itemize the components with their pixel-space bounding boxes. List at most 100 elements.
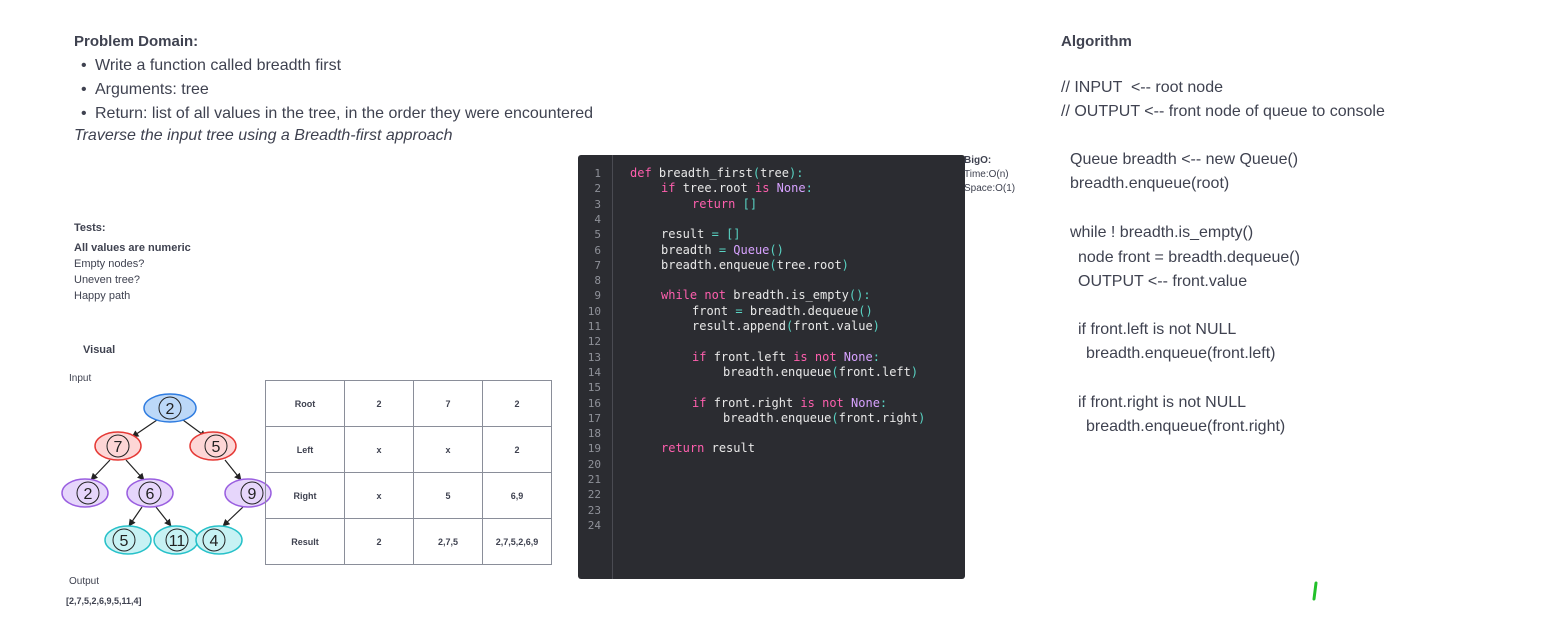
tree-edge bbox=[155, 506, 172, 527]
code-line: if front.left is not None: bbox=[692, 349, 880, 364]
svg-text:2: 2 bbox=[166, 401, 175, 418]
code-line: if front.right is not None: bbox=[692, 395, 888, 410]
line-number: 15 bbox=[587, 381, 601, 395]
line-number: 19 bbox=[587, 442, 601, 456]
algorithm-line: breadth.enqueue(front.right) bbox=[1086, 418, 1286, 435]
code-line: breadth.enqueue(front.left) bbox=[723, 364, 919, 379]
trace-table: Root 2 7 2 Left x x 2 Right x 5 6,9 Resu… bbox=[265, 380, 552, 565]
line-number: 21 bbox=[587, 473, 601, 486]
bigo-time: Time:O(n) bbox=[964, 169, 1009, 180]
pen-stroke-mark bbox=[1312, 581, 1318, 601]
line-number: 20 bbox=[587, 457, 601, 471]
tree-node-root: 2 bbox=[143, 393, 197, 423]
bigo-title: BigO: bbox=[964, 155, 992, 166]
table-cell: x bbox=[344, 472, 414, 519]
line-number: 3 bbox=[594, 197, 601, 211]
table-row: Result 2 2,7,5 2,7,5,2,6,9 bbox=[265, 518, 552, 565]
output-label: Output bbox=[69, 576, 100, 587]
svg-text:4: 4 bbox=[210, 533, 219, 550]
line-number: 8 bbox=[594, 274, 601, 288]
table-cell: 5 bbox=[413, 472, 483, 519]
table-row-label: Right bbox=[265, 472, 345, 519]
svg-text:2: 2 bbox=[84, 486, 93, 503]
tree-node: 6 bbox=[126, 478, 174, 508]
code-line: while not breadth.is_empty(): bbox=[661, 288, 871, 303]
algorithm-line: OUTPUT <-- front.value bbox=[1078, 273, 1248, 290]
algorithm-line: breadth.enqueue(root) bbox=[1070, 175, 1230, 192]
table-cell: 2,7,5,2,6,9 bbox=[482, 518, 552, 565]
tree-edge bbox=[128, 506, 143, 527]
tree-node: 5 bbox=[104, 525, 152, 555]
code-line: return [] bbox=[692, 196, 758, 211]
table-cell: 2 bbox=[482, 426, 552, 473]
tree-edge bbox=[224, 459, 242, 481]
algorithm-line: breadth.enqueue(front.left) bbox=[1086, 345, 1276, 362]
line-number: 4 bbox=[594, 212, 601, 226]
line-number: 10 bbox=[587, 304, 601, 318]
code-line: breadth.enqueue(front.right) bbox=[723, 410, 926, 425]
code-line: result = [] bbox=[661, 227, 741, 242]
table-row: Right x 5 6,9 bbox=[265, 472, 552, 519]
line-number: 6 bbox=[594, 243, 601, 257]
code-line: result.append(front.value) bbox=[692, 319, 880, 333]
table-cell: x bbox=[413, 426, 483, 473]
line-number: 1 bbox=[594, 167, 601, 180]
svg-text:11: 11 bbox=[169, 533, 186, 550]
algorithm-line: node front = breadth.dequeue() bbox=[1078, 249, 1300, 266]
line-number-gutter: 1 2 3 4 5 6 7 8 9 10 11 12 13 14 15 16 17 18 19 20 21 22 23 24 bbox=[578, 155, 613, 579]
table-row-label: Left bbox=[265, 426, 345, 473]
code-line: front = breadth.dequeue() bbox=[692, 303, 873, 318]
tree-node: 5 bbox=[189, 431, 237, 461]
table-cell: 6,9 bbox=[482, 472, 552, 519]
bigo-notes: BigO: Time:O(n) Space:O(1) bbox=[964, 154, 1015, 196]
table-row: Left x x 2 bbox=[265, 426, 552, 473]
table-cell: 2 bbox=[344, 380, 414, 427]
tree-edge bbox=[90, 459, 111, 481]
binary-tree-diagram: 2 7 5 2 6 9 5 11 4 bbox=[61, 393, 272, 555]
line-number: 12 bbox=[587, 335, 601, 349]
table-cell: x bbox=[344, 426, 414, 473]
algorithm-line: if front.right is not NULL bbox=[1078, 394, 1247, 411]
code-line: return result bbox=[661, 441, 755, 456]
tree-node: 11 bbox=[153, 525, 199, 555]
output-value: [2,7,5,2,6,9,5,11,4] bbox=[66, 596, 142, 606]
code-line: breadth.enqueue(tree.root) bbox=[661, 257, 849, 272]
line-number: 14 bbox=[587, 365, 601, 379]
line-number: 22 bbox=[587, 488, 601, 502]
table-cell: 7 bbox=[413, 380, 483, 427]
line-number: 24 bbox=[587, 518, 601, 532]
tree-node: 7 bbox=[94, 431, 142, 461]
algorithm-line: // OUTPUT <-- front node of queue to con… bbox=[1061, 103, 1385, 120]
code-line: def breadth_first(tree): bbox=[630, 166, 804, 180]
line-number: 9 bbox=[594, 289, 601, 303]
tree-edge bbox=[131, 419, 158, 438]
svg-text:5: 5 bbox=[120, 533, 129, 550]
line-number: 16 bbox=[587, 396, 601, 410]
tree-edge bbox=[125, 459, 145, 481]
algorithm-line: Queue breadth <-- new Queue() bbox=[1070, 151, 1299, 168]
code-line: breadth = Queue() bbox=[661, 242, 784, 257]
svg-text:9: 9 bbox=[248, 486, 257, 503]
tree-edge bbox=[222, 506, 244, 527]
line-number: 13 bbox=[587, 350, 601, 364]
tree-node: 2 bbox=[61, 478, 109, 508]
svg-text:7: 7 bbox=[114, 439, 123, 456]
table-row-label: Result bbox=[265, 518, 345, 565]
table-cell: 2 bbox=[344, 518, 414, 565]
line-number: 5 bbox=[594, 228, 601, 242]
bigo-space: Space:O(1) bbox=[964, 183, 1016, 194]
code-line: if tree.root is None: bbox=[661, 181, 813, 196]
table-row: Root 2 7 2 bbox=[265, 380, 552, 427]
line-number: 17 bbox=[587, 411, 601, 425]
algorithm-line: // INPUT <-- root node bbox=[1061, 79, 1223, 96]
table-cell: 2,7,5 bbox=[413, 518, 483, 565]
table-cell: 2 bbox=[482, 380, 552, 427]
line-number: 2 bbox=[594, 182, 601, 196]
line-number: 23 bbox=[587, 503, 601, 517]
algorithm-line: while ! breadth.is_empty() bbox=[1070, 224, 1254, 241]
svg-text:5: 5 bbox=[212, 439, 221, 456]
line-number: 7 bbox=[594, 258, 601, 272]
algorithm-title: Algorithm bbox=[1061, 33, 1132, 50]
table-row-label: Root bbox=[265, 380, 345, 427]
line-number: 18 bbox=[587, 427, 601, 441]
